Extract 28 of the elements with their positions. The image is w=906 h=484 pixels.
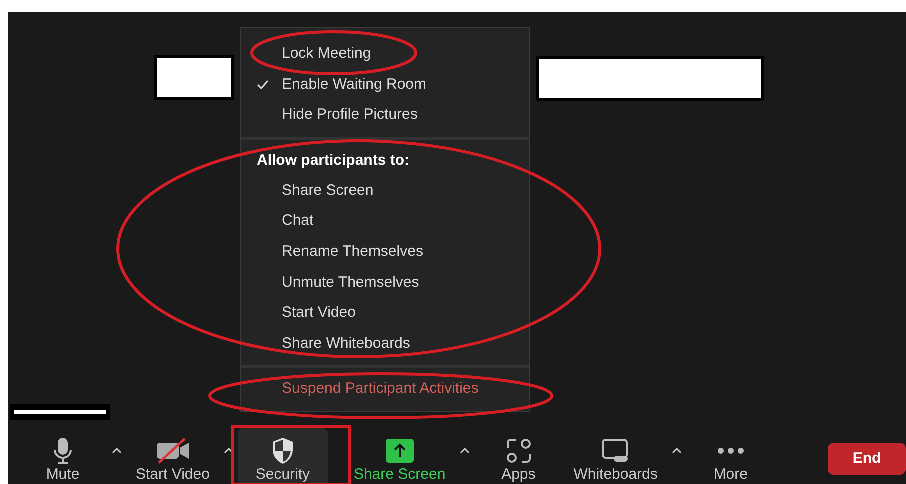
microphone-icon <box>53 437 73 465</box>
more-icon <box>716 447 745 455</box>
caret-icon <box>672 448 682 454</box>
toolbar-button[interactable]: Start Video <box>126 428 220 484</box>
toolbar-button[interactable]: More <box>686 428 776 484</box>
toolbar-button[interactable]: Security <box>238 428 328 484</box>
menu-item[interactable]: Hide Profile Pictures <box>282 104 418 127</box>
caret-icon <box>224 448 234 454</box>
toolbar-button[interactable]: Share Screen <box>344 428 456 484</box>
toolbar-button[interactable]: Whiteboards <box>564 428 668 484</box>
menu-item[interactable]: Share Screen <box>282 180 374 202</box>
menu-item[interactable]: Rename Themselves <box>282 241 424 264</box>
shield-icon <box>270 437 295 465</box>
toolbar-button[interactable]: Mute <box>18 428 108 484</box>
end-button[interactable]: End <box>828 443 906 475</box>
video-camera-off-icon <box>154 437 191 465</box>
menu-item[interactable]: Start Video <box>282 302 356 325</box>
share-screen-icon <box>384 438 415 464</box>
caret-icon <box>460 448 470 454</box>
menu-item[interactable]: Unmute Themselves <box>282 272 420 294</box>
menu-section-header: Allow participants to: <box>256 150 411 171</box>
caret-icon <box>112 448 122 454</box>
menu-item[interactable]: Chat <box>282 210 314 233</box>
toolbar-button[interactable]: Apps <box>474 428 564 484</box>
menu-item[interactable]: Share Whiteboards <box>282 332 410 356</box>
apps-icon <box>506 438 532 464</box>
whiteboard-icon <box>600 438 631 464</box>
menu-item[interactable]: Enable Waiting Room <box>282 74 427 96</box>
